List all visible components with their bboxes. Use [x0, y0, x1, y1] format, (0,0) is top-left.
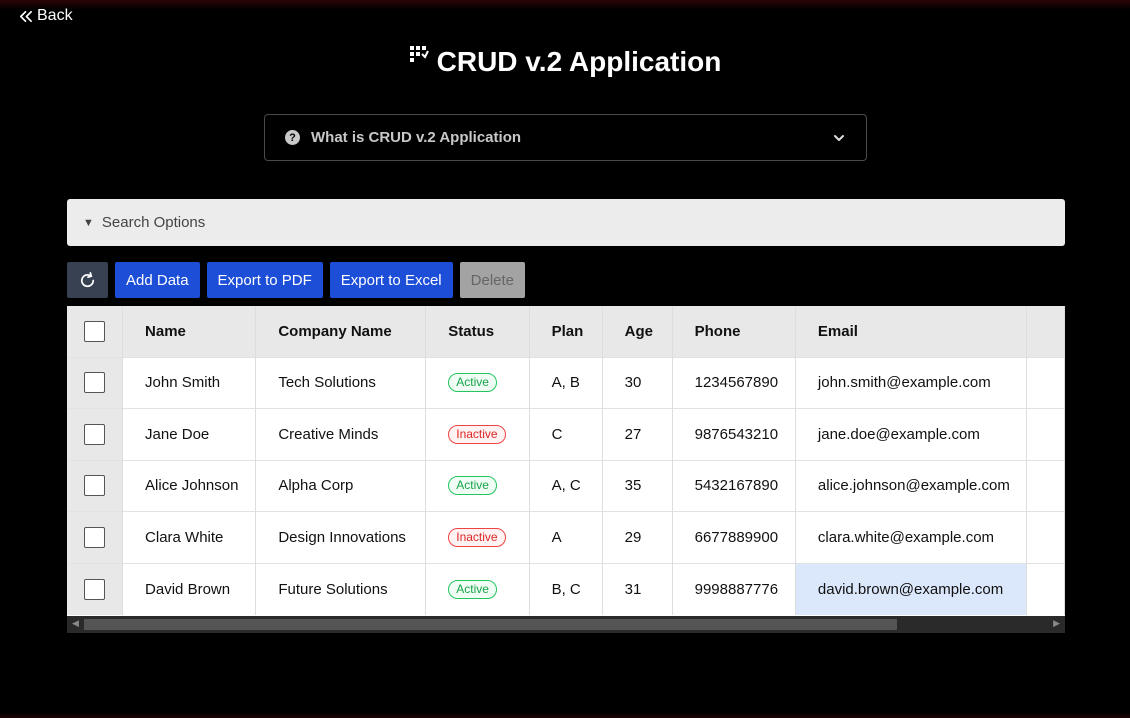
cell-age[interactable]: 27: [602, 408, 673, 461]
cell-plan[interactable]: A: [529, 511, 603, 564]
page-title: CRUD v.2 Application: [436, 46, 722, 77]
cell-name[interactable]: Jane Doe: [122, 408, 257, 461]
cell-overflow: [1026, 408, 1065, 461]
cell-phone[interactable]: 5432167890: [672, 459, 796, 512]
cell-overflow: [1026, 562, 1065, 615]
cell-plan[interactable]: B, C: [529, 562, 603, 615]
select-all-cell: [67, 306, 124, 357]
cell-plan[interactable]: A, B: [529, 356, 603, 409]
cell-company[interactable]: Alpha Corp: [255, 459, 427, 512]
info-accordion[interactable]: ? What is CRUD v.2 Application: [264, 114, 867, 161]
column-header[interactable]: Company Name: [255, 306, 427, 357]
export-pdf-button[interactable]: Export to PDF: [206, 262, 323, 298]
chevron-down-icon: [834, 134, 844, 141]
add-data-button[interactable]: Add Data: [115, 262, 200, 298]
column-header-overflow: [1026, 306, 1065, 357]
status-badge: Active: [448, 476, 497, 496]
cell-name[interactable]: David Brown: [122, 562, 257, 615]
status-badge: Active: [448, 579, 497, 599]
select-all-checkbox[interactable]: [84, 320, 106, 342]
cell-company[interactable]: Design Innovations: [255, 511, 427, 564]
cell-email[interactable]: jane.doe@example.com: [795, 408, 1028, 461]
cell-email[interactable]: clara.white@example.com: [795, 511, 1028, 564]
refresh-button[interactable]: [67, 262, 108, 298]
cell-company[interactable]: Tech Solutions: [255, 356, 427, 409]
cell-phone[interactable]: 9998887776: [672, 562, 796, 615]
cell-age[interactable]: 30: [602, 356, 673, 409]
scroll-right-arrow-icon[interactable]: ▶: [1053, 618, 1060, 629]
back-link[interactable]: Back: [18, 7, 73, 25]
row-checkbox[interactable]: [84, 578, 106, 600]
cell-company[interactable]: Future Solutions: [255, 562, 427, 615]
row-select-cell: [67, 511, 124, 564]
column-header[interactable]: Status: [425, 306, 530, 357]
delete-button[interactable]: Delete: [459, 262, 525, 298]
refresh-icon: [81, 271, 95, 287]
status-badge: Inactive: [448, 528, 506, 548]
table-row[interactable]: Clara White Design Innovations Inactive …: [67, 511, 1065, 564]
search-options-toggle[interactable]: ▼ Search Options: [67, 199, 1065, 246]
cell-age[interactable]: 29: [602, 511, 673, 564]
row-checkbox[interactable]: [84, 423, 106, 445]
row-select-cell: [67, 356, 124, 409]
question-circle-icon: ?: [285, 130, 300, 145]
horizontal-scrollbar[interactable]: ◀ ▶: [67, 616, 1065, 633]
toolbar: Add Data Export to PDF Export to Excel D…: [67, 262, 525, 298]
triangle-down-icon: ▼: [83, 216, 94, 229]
cell-plan[interactable]: C: [529, 408, 603, 461]
row-select-cell: [67, 408, 124, 461]
table-row[interactable]: David Brown Future Solutions Active B, C…: [67, 562, 1065, 615]
column-header[interactable]: Email: [795, 306, 1028, 357]
table-row[interactable]: Jane Doe Creative Minds Inactive C 27 98…: [67, 408, 1065, 461]
scroll-left-arrow-icon[interactable]: ◀: [72, 618, 79, 629]
row-checkbox[interactable]: [84, 527, 106, 549]
cell-status[interactable]: Inactive: [425, 511, 530, 564]
double-chevron-left-icon: [19, 10, 32, 22]
cell-name[interactable]: Clara White: [122, 511, 257, 564]
cell-overflow: [1026, 356, 1065, 409]
cell-company[interactable]: Creative Minds: [255, 408, 427, 461]
bottom-glow: [0, 712, 1130, 718]
cell-plan[interactable]: A, C: [529, 459, 603, 512]
cell-name[interactable]: John Smith: [122, 356, 257, 409]
column-header[interactable]: Age: [602, 306, 673, 357]
cell-email[interactable]: john.smith@example.com: [795, 356, 1028, 409]
row-select-cell: [67, 459, 124, 512]
cell-overflow: [1026, 459, 1065, 512]
cell-status[interactable]: Active: [425, 459, 530, 512]
export-excel-button[interactable]: Export to Excel: [329, 262, 453, 298]
cell-phone[interactable]: 1234567890: [672, 356, 796, 409]
table-row[interactable]: Alice Johnson Alpha Corp Active A, C 35 …: [67, 459, 1065, 512]
cell-phone[interactable]: 6677889900: [672, 511, 796, 564]
row-select-cell: [67, 562, 124, 615]
cell-name[interactable]: Alice Johnson: [122, 459, 257, 512]
scrollbar-thumb[interactable]: [84, 619, 897, 630]
cell-overflow: [1026, 511, 1065, 564]
table-header-row: Name Company Name Status Plan Age Phone …: [67, 306, 1065, 357]
column-header[interactable]: Phone: [672, 306, 796, 357]
status-badge: Inactive: [448, 424, 506, 444]
top-glow: [0, 0, 1130, 10]
back-label: Back: [37, 7, 73, 24]
column-header[interactable]: Plan: [529, 306, 603, 357]
row-checkbox[interactable]: [84, 372, 106, 394]
cell-status[interactable]: Active: [425, 356, 530, 409]
grid-logo-icon: [409, 46, 429, 62]
search-options-label: Search Options: [101, 214, 206, 231]
accordion-label: What is CRUD v.2 Application: [311, 129, 522, 146]
status-badge: Active: [448, 373, 497, 393]
table-row[interactable]: John Smith Tech Solutions Active A, B 30…: [67, 356, 1065, 409]
row-checkbox[interactable]: [84, 475, 106, 497]
cell-email[interactable]: alice.johnson@example.com: [795, 459, 1028, 512]
cell-age[interactable]: 31: [602, 562, 673, 615]
cell-email-selected[interactable]: david.brown@example.com: [795, 562, 1028, 615]
column-header[interactable]: Name: [122, 306, 257, 357]
cell-phone[interactable]: 9876543210: [672, 408, 796, 461]
cell-age[interactable]: 35: [602, 459, 673, 512]
data-table: Name Company Name Status Plan Age Phone …: [67, 306, 1065, 615]
cell-status[interactable]: Inactive: [425, 408, 530, 461]
cell-status[interactable]: Active: [425, 562, 530, 615]
page-header: CRUD v.2 Application: [0, 46, 1130, 78]
data-table-container: Name Company Name Status Plan Age Phone …: [67, 306, 1065, 633]
